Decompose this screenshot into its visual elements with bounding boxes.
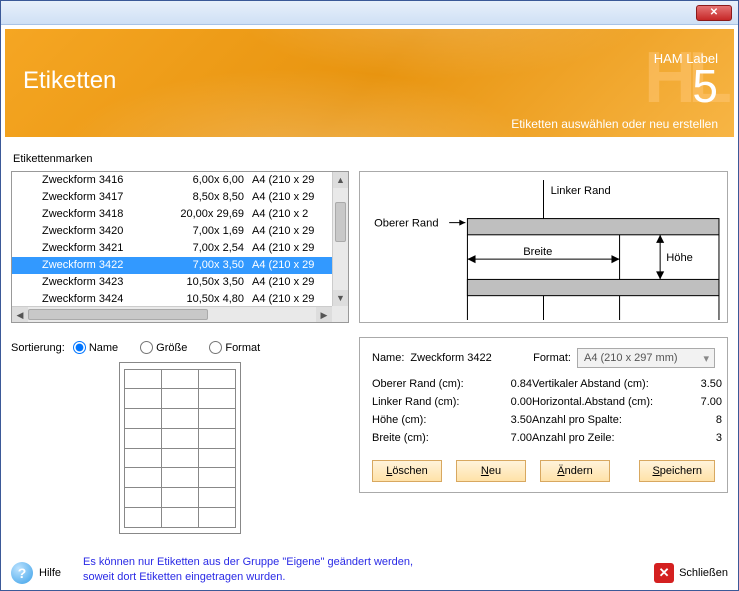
vabstand-value: 3.50 — [682, 378, 722, 390]
right-column: Linker Rand Oberer Rand Breite Höhe — [359, 171, 728, 493]
hoehe-value: 3.50 — [492, 414, 532, 426]
name-label: Name: — [372, 352, 404, 364]
sort-name-radio[interactable]: Name — [73, 341, 118, 354]
list-row[interactable]: Zweckform 34166,00x 6,00A4 (210 x 29 — [12, 172, 332, 189]
list-row[interactable]: Zweckform 342310,50x 3,50A4 (210 x 29 — [12, 274, 332, 291]
breite-value: 7.00 — [492, 432, 532, 444]
oberer-rand-label: Oberer Rand (cm): — [372, 378, 492, 390]
help-link[interactable]: Hilfe — [39, 567, 61, 579]
oberer-rand-value: 0.84 — [492, 378, 532, 390]
list-row[interactable]: Zweckform 34178,50x 8,50A4 (210 x 29 — [12, 189, 332, 206]
list-vscrollbar[interactable]: ▲ ▼ — [332, 172, 348, 306]
vabstand-label: Vertikaler Abstand (cm): — [532, 378, 682, 390]
sort-format-radio[interactable]: Format — [209, 341, 260, 354]
list-row[interactable]: Zweckform 34227,00x 3,50A4 (210 x 29 — [12, 257, 332, 274]
scroll-down-button[interactable]: ▼ — [333, 290, 348, 306]
scroll-corner — [332, 306, 348, 322]
habstand-label: Horizontal.Abstand (cm): — [532, 396, 682, 408]
diag-oberer-rand: Oberer Rand — [374, 218, 438, 230]
help-icon[interactable]: ? — [11, 562, 33, 584]
zeile-value: 3 — [682, 432, 722, 444]
list-row[interactable]: Zweckform 341820,00x 29,69A4 (210 x 2 — [12, 206, 332, 223]
spalte-value: 8 — [682, 414, 722, 426]
close-icon: ✕ — [654, 563, 674, 583]
zeile-label: Anzahl pro Zeile: — [532, 432, 682, 444]
dimensions-diagram: Linker Rand Oberer Rand Breite Höhe — [359, 171, 728, 323]
page-subtitle: Etiketten auswählen oder neu erstellen — [511, 117, 718, 131]
format-label: Format: — [533, 352, 571, 364]
diag-linker-rand: Linker Rand — [551, 185, 611, 197]
window-close-button[interactable]: ✕ — [696, 5, 732, 21]
breite-label: Breite (cm): — [372, 432, 492, 444]
label-sheet-preview — [119, 362, 241, 534]
label-list: Zweckform 34166,00x 6,00A4 (210 x 29Zwec… — [11, 171, 349, 323]
close-button[interactable]: ✕ Schließen — [654, 563, 728, 583]
save-button[interactable]: Speichern — [639, 460, 715, 482]
scroll-up-button[interactable]: ▲ — [333, 172, 348, 188]
list-label: Etikettenmarken — [13, 153, 92, 165]
sort-label: Sortierung: — [11, 342, 65, 354]
vscroll-thumb[interactable] — [335, 202, 346, 242]
delete-button[interactable]: Löschen — [372, 460, 442, 482]
diag-hoehe: Höhe — [666, 252, 693, 264]
left-column: Zweckform 34166,00x 6,00A4 (210 x 29Zwec… — [11, 171, 349, 534]
brand: HAM Label 5 — [654, 51, 718, 107]
new-button[interactable]: Neu — [456, 460, 526, 482]
linker-rand-label: Linker Rand (cm): — [372, 396, 492, 408]
habstand-value: 7.00 — [682, 396, 722, 408]
scroll-right-button[interactable]: ▶ — [316, 307, 332, 322]
sort-size-radio[interactable]: Größe — [140, 341, 187, 354]
footer: ? Hilfe ✕ Schließen — [11, 562, 728, 584]
list-row[interactable]: Zweckform 34217,00x 2,54A4 (210 x 29 — [12, 240, 332, 257]
list-row[interactable]: Zweckform 34207,00x 1,69A4 (210 x 29 — [12, 223, 332, 240]
list-viewport[interactable]: Zweckform 34166,00x 6,00A4 (210 x 29Zwec… — [12, 172, 332, 306]
content: Etikettenmarken Zweckform 34166,00x 6,00… — [11, 141, 728, 544]
list-hscrollbar[interactable]: ◀ ▶ — [12, 306, 332, 322]
titlebar: ✕ — [1, 1, 738, 25]
spalte-label: Anzahl pro Spalte: — [532, 414, 682, 426]
banner: HL Etiketten HAM Label 5 Etiketten auswä… — [4, 28, 735, 138]
hoehe-label: Höhe (cm): — [372, 414, 492, 426]
name-value: Zweckform 3422 — [410, 352, 491, 364]
format-select[interactable]: A4 (210 x 297 mm) — [577, 348, 715, 368]
sort-row: Sortierung: Name Größe Format — [11, 341, 349, 354]
detail-panel: Name: Zweckform 3422 Format: A4 (210 x 2… — [359, 337, 728, 493]
page-title: Etiketten — [23, 67, 116, 95]
list-row[interactable]: Zweckform 342410,50x 4,80A4 (210 x 29 — [12, 291, 332, 306]
hscroll-thumb[interactable] — [28, 309, 208, 320]
diag-breite: Breite — [523, 246, 552, 258]
dialog-window: ✕ HL Etiketten HAM Label 5 Etiketten aus… — [0, 0, 739, 591]
brand-version: 5 — [654, 66, 718, 107]
edit-button[interactable]: Ändern — [540, 460, 610, 482]
scroll-left-button[interactable]: ◀ — [12, 307, 28, 322]
linker-rand-value: 0.00 — [492, 396, 532, 408]
